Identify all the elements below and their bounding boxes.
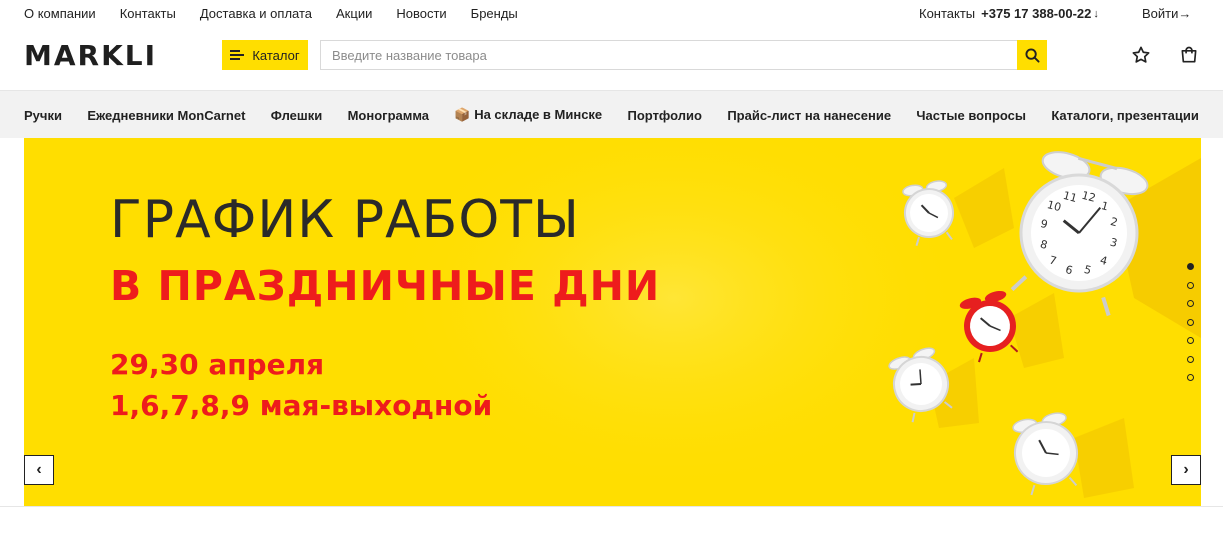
catalog-button[interactable]: Каталог: [222, 40, 308, 70]
top-nav-promotions[interactable]: Акции: [336, 6, 372, 21]
banner-dates-may: 1,6,7,8,9 мая-выходной: [110, 389, 493, 422]
shopping-bag-icon: [1181, 46, 1197, 63]
slider-dot-1[interactable]: [1187, 263, 1194, 270]
banner-dates-april: 29,30 апреля: [110, 348, 325, 381]
contacts-label: Контакты: [919, 6, 976, 21]
category-faq[interactable]: Частые вопросы: [916, 108, 1026, 123]
category-monogram[interactable]: Монограмма: [348, 108, 429, 123]
top-nav-about[interactable]: О компании: [24, 6, 96, 21]
slider-dot-2[interactable]: [1187, 281, 1194, 289]
catalog-button-label: Каталог: [252, 47, 300, 63]
category-price-list[interactable]: Прайс-лист на нанесение: [727, 108, 891, 123]
arrow-down-icon[interactable]: ↓: [1093, 8, 1099, 20]
top-nav-delivery[interactable]: Доставка и оплата: [200, 6, 312, 21]
search-button[interactable]: [1017, 40, 1047, 70]
top-nav: О компании Контакты Доставка и оплата Ак…: [24, 6, 518, 21]
divider: [0, 506, 1223, 507]
category-catalogs[interactable]: Каталоги, презентации: [1051, 108, 1199, 123]
top-bar: О компании Контакты Доставка и оплата Ак…: [0, 0, 1223, 28]
top-nav-contacts[interactable]: Контакты: [120, 6, 176, 21]
slider-dot-6[interactable]: [1187, 355, 1194, 363]
cart-button[interactable]: [1179, 45, 1199, 65]
category-flash-drives[interactable]: Флешки: [271, 108, 322, 123]
slider-dot-5[interactable]: [1187, 337, 1194, 344]
hero-banner[interactable]: 12 3 6 9 1245 7 8 10 11 ГРАФИК РАБОТЫ В …: [24, 138, 1201, 506]
contacts-block[interactable]: Контакты +375 17 388-00-22 ↓: [919, 6, 1099, 21]
header: MARKLI Каталог: [0, 28, 1223, 88]
top-nav-news[interactable]: Новости: [396, 6, 446, 21]
menu-icon: [230, 50, 245, 60]
logo[interactable]: MARKLI: [24, 42, 157, 70]
slider-dots: [1187, 263, 1195, 393]
category-pens[interactable]: Ручки: [24, 108, 62, 123]
slider-dot-7[interactable]: [1187, 374, 1194, 381]
category-nav: Ручки Ежедневники MonCarnet Флешки Моног…: [0, 90, 1223, 138]
search-input[interactable]: [320, 40, 1018, 70]
chevron-left-icon: ‹: [36, 461, 42, 478]
favorites-button[interactable]: [1131, 45, 1151, 65]
phone-number[interactable]: +375 17 388-00-22: [981, 6, 1091, 21]
banner-title: ГРАФИК РАБОТЫ: [110, 190, 580, 250]
category-diaries[interactable]: Ежедневники MonCarnet: [87, 108, 245, 123]
chevron-right-icon: ›: [1183, 461, 1189, 478]
banner-subtitle: В ПРАЗДНИЧНЫЕ ДНИ: [110, 262, 661, 310]
search-icon: [1024, 47, 1040, 63]
category-in-stock-minsk[interactable]: 📦 На складе в Минске: [454, 107, 602, 123]
star-icon: [1132, 46, 1150, 63]
category-portfolio[interactable]: Портфолио: [628, 108, 702, 123]
slider-next-button[interactable]: ›: [1171, 455, 1201, 485]
slider-dot-4[interactable]: [1187, 318, 1194, 326]
slider-dot-3[interactable]: [1187, 300, 1194, 307]
slider-prev-button[interactable]: ‹: [24, 455, 54, 485]
top-nav-brands[interactable]: Бренды: [471, 6, 518, 21]
login-link[interactable]: Войти→: [1142, 6, 1191, 21]
